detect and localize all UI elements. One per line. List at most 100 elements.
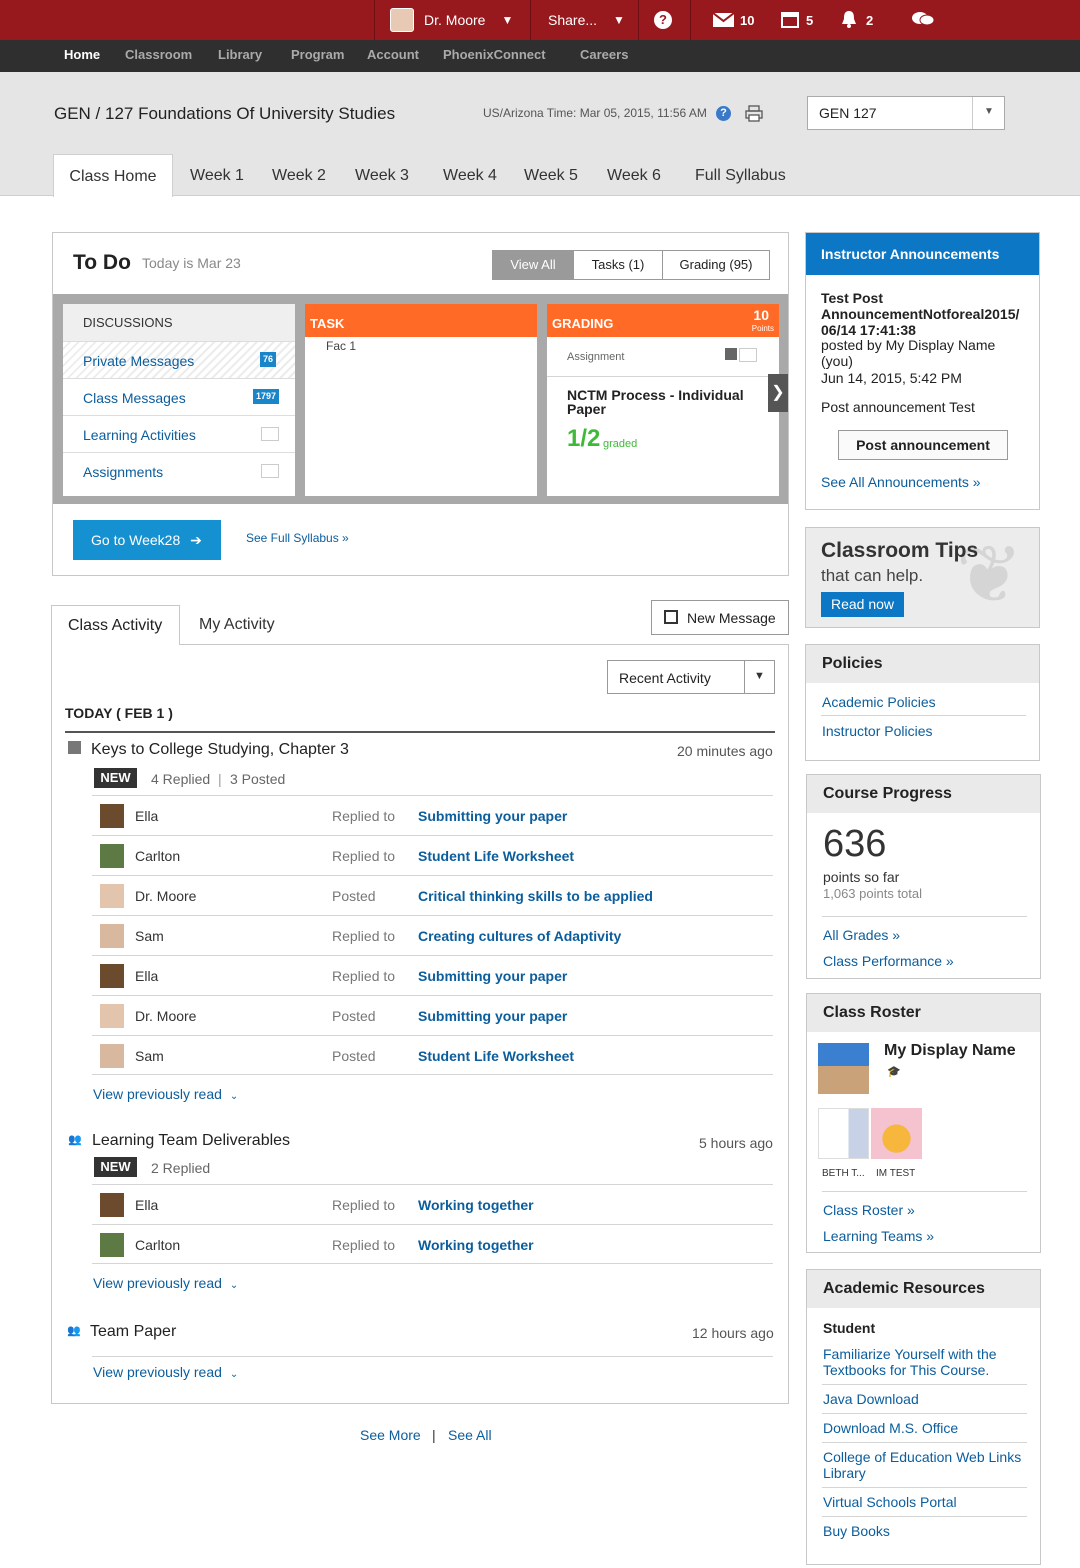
row-link[interactable]: Submitting your paper: [418, 1008, 567, 1024]
resource-link[interactable]: Java Download: [823, 1391, 919, 1407]
tab-full-syllabus[interactable]: Full Syllabus: [695, 154, 786, 196]
todo-date: Today is Mar 23: [142, 255, 241, 271]
chat-button[interactable]: [912, 0, 935, 40]
view-all-button[interactable]: View All: [493, 251, 573, 279]
grading-card[interactable]: GRADING 10 Points Assignment NCTM Proces…: [547, 304, 779, 496]
help-icon[interactable]: ?: [716, 106, 731, 121]
view-previously-read-link[interactable]: View previously read ⌄: [93, 1275, 238, 1291]
task-header: TASK: [305, 304, 537, 337]
class-performance-link[interactable]: Class Performance »: [823, 953, 954, 969]
new-message-label: New Message: [687, 610, 776, 626]
row-name: Ella: [135, 1197, 159, 1213]
nav-classroom[interactable]: Classroom: [125, 40, 192, 72]
new-badge: NEW: [94, 1157, 137, 1177]
todo-filter: View All Tasks (1) Grading (95): [492, 250, 770, 280]
avatar[interactable]: [871, 1108, 922, 1159]
resource-link[interactable]: Virtual Schools Portal: [823, 1494, 957, 1510]
academic-policies-link[interactable]: Academic Policies: [822, 694, 936, 710]
row-link[interactable]: Submitting your paper: [418, 968, 567, 984]
tab-week-3[interactable]: Week 3: [355, 154, 409, 196]
grading-item-title[interactable]: NCTM Process - Individual Paper: [567, 388, 757, 416]
team-icon: 👥: [68, 1134, 82, 1146]
tab-week-6[interactable]: Week 6: [607, 154, 661, 196]
row-name: Ella: [135, 968, 159, 984]
all-grades-link[interactable]: All Grades »: [823, 927, 900, 943]
row-link[interactable]: Creating cultures of Adaptivity: [418, 928, 621, 944]
see-all-link[interactable]: See All: [448, 1427, 492, 1443]
activity-filter-select[interactable]: Recent Activity ▼: [607, 660, 775, 694]
learning-teams-link[interactable]: Learning Teams »: [823, 1228, 934, 1244]
resource-link[interactable]: Buy Books: [823, 1523, 890, 1539]
tab-class-activity[interactable]: Class Activity: [51, 605, 180, 645]
tab-week-5[interactable]: Week 5: [524, 154, 578, 196]
row-name: Sam: [135, 928, 164, 944]
see-all-announcements-link[interactable]: See All Announcements »: [821, 474, 981, 490]
nav-account[interactable]: Account: [367, 40, 419, 72]
tab-class-home[interactable]: Class Home: [53, 154, 173, 197]
next-arrow-button[interactable]: ❯: [768, 374, 788, 412]
resource-link[interactable]: Download M.S. Office: [823, 1420, 958, 1436]
discussion-item[interactable]: Private Messages 76: [63, 341, 295, 378]
new-message-button[interactable]: New Message: [651, 600, 789, 635]
task-card[interactable]: TASK Fac 1: [305, 304, 537, 496]
row-link[interactable]: Working together: [418, 1197, 534, 1213]
print-icon[interactable]: [745, 105, 763, 127]
grading-type: Assignment: [567, 351, 625, 363]
row-action: Replied to: [332, 848, 396, 864]
view-previously-read-link[interactable]: View previously read ⌄: [93, 1086, 238, 1102]
note-icon: [725, 348, 737, 360]
see-more-link[interactable]: See More: [360, 1427, 421, 1443]
read-now-button[interactable]: Read now: [821, 592, 904, 617]
row-name: Dr. Moore: [135, 888, 197, 904]
share-menu[interactable]: Share... ▼: [548, 0, 630, 40]
activity-title[interactable]: Learning Team Deliverables: [92, 1132, 290, 1150]
discussion-item[interactable]: Class Messages 1797: [63, 378, 295, 415]
post-announcement-button[interactable]: Post announcement: [838, 430, 1008, 460]
announcement-title[interactable]: Test Post AnnouncementNotforeal2015/ 06/…: [821, 290, 1026, 338]
activity-title[interactable]: Keys to College Studying, Chapter 3: [91, 741, 349, 759]
tab-my-activity[interactable]: My Activity: [199, 616, 275, 634]
task-item[interactable]: Fac 1: [326, 339, 356, 353]
tab-week-4[interactable]: Week 4: [443, 154, 497, 196]
user-menu[interactable]: Dr. Moore ▼: [390, 0, 526, 40]
course-select[interactable]: GEN 127 ▼: [807, 96, 1005, 130]
caret-down-icon: ▼: [613, 13, 625, 27]
replied-count: 4 Replied: [151, 771, 211, 787]
see-full-syllabus-link[interactable]: See Full Syllabus »: [246, 531, 349, 545]
resources-header: Academic Resources: [807, 1270, 1040, 1308]
row-link[interactable]: Student Life Worksheet: [418, 848, 574, 864]
row-link[interactable]: Critical thinking skills to be applied: [418, 888, 653, 904]
activity-time: 12 hours ago: [692, 1325, 774, 1341]
row-link[interactable]: Student Life Worksheet: [418, 1048, 574, 1064]
row-link[interactable]: Submitting your paper: [418, 808, 567, 824]
tasks-button[interactable]: Tasks (1): [573, 251, 662, 279]
discussion-item[interactable]: Learning Activities: [63, 415, 295, 452]
go-to-week-button[interactable]: Go to Week28 ➔: [73, 520, 221, 560]
nav-home[interactable]: Home: [64, 40, 100, 72]
instructor-policies-link[interactable]: Instructor Policies: [822, 723, 932, 739]
view-previously-read-link[interactable]: View previously read ⌄: [93, 1364, 238, 1380]
discussions-header: DISCUSSIONS: [63, 304, 295, 341]
tab-week-1[interactable]: Week 1: [190, 154, 244, 196]
row-link[interactable]: Working together: [418, 1237, 534, 1253]
resource-link[interactable]: College of Education Web Links Library: [823, 1449, 1028, 1481]
nav-careers[interactable]: Careers: [580, 40, 628, 72]
discussion-label: Class Messages: [83, 390, 186, 406]
mail-button[interactable]: 10: [713, 0, 754, 40]
nav-program[interactable]: Program: [291, 40, 344, 72]
resource-link[interactable]: Familiarize Yourself with the Textbooks …: [823, 1346, 1023, 1378]
roster-display-name[interactable]: My Display Name: [884, 1042, 1016, 1060]
discussion-item[interactable]: Assignments: [63, 452, 295, 489]
avatar[interactable]: [818, 1108, 869, 1159]
help-button[interactable]: ?: [654, 0, 672, 40]
activity-title[interactable]: Team Paper: [90, 1323, 176, 1341]
roster-member-name: IM TEST: [876, 1168, 916, 1179]
grading-button[interactable]: Grading (95): [662, 251, 769, 279]
alerts-button[interactable]: 2: [840, 0, 873, 40]
tab-week-2[interactable]: Week 2: [272, 154, 326, 196]
calendar-button[interactable]: 5: [781, 0, 813, 40]
nav-library[interactable]: Library: [218, 40, 262, 72]
count-badge: 1797: [253, 389, 280, 404]
class-roster-link[interactable]: Class Roster »: [823, 1202, 915, 1218]
nav-phoenixconnect[interactable]: PhoenixConnect: [443, 40, 546, 72]
